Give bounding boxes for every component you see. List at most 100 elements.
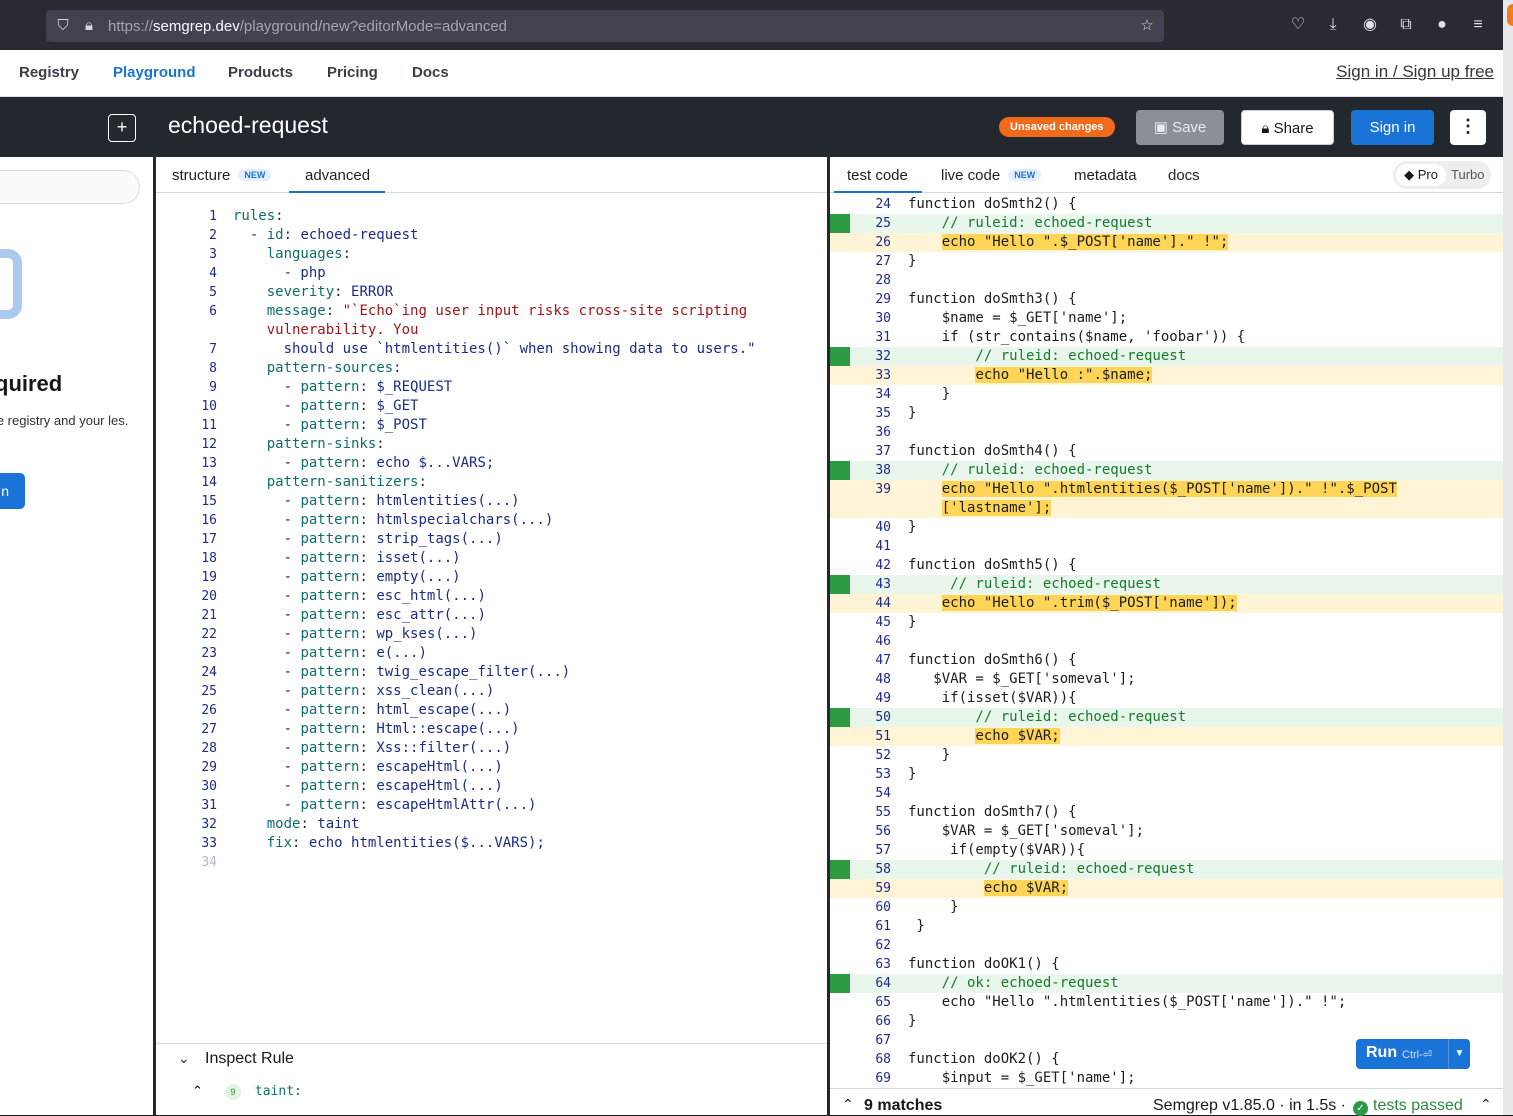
pro-option[interactable]: ◆ Pro (1396, 164, 1446, 186)
match-marker[interactable] (830, 347, 850, 366)
signin-button[interactable]: Sign in (1351, 110, 1434, 145)
matched-code-line[interactable]: 44 echo "Hello ".trim($_POST['name']); (830, 594, 1503, 613)
matched-code-line[interactable]: 39 echo "Hello ".htmlentities($_POST['na… (830, 480, 1503, 499)
code-line[interactable]: 52 } (830, 746, 1503, 765)
code-line[interactable]: 57 if(empty($VAR)){ (830, 841, 1503, 860)
yaml-line[interactable]: 23 - pattern: e(...) (156, 644, 827, 663)
code-line[interactable]: 64 // ok: echoed-request (830, 974, 1503, 993)
yaml-line[interactable]: 27 - pattern: Html::escape(...) (156, 720, 827, 739)
code-line[interactable]: 29 function doSmth3() { (830, 290, 1503, 309)
code-line[interactable]: 37 function doSmth4() { (830, 442, 1503, 461)
code-line[interactable]: 63 function doOK1() { (830, 955, 1503, 974)
extensions-icon[interactable]: ⧉ (1396, 15, 1416, 35)
nav-registry[interactable]: Registry (19, 64, 79, 81)
yaml-line[interactable]: 30 - pattern: escapeHtml(...) (156, 777, 827, 796)
chevron-up-icon[interactable]: ⌃ (192, 1083, 203, 1098)
yaml-line[interactable]: 15 - pattern: htmlentities(...) (156, 492, 827, 511)
match-marker[interactable] (830, 575, 850, 594)
share-button[interactable]: 🔒︎ Share (1241, 110, 1334, 145)
inspect-taint-row[interactable]: ⌃ 9 taint: (192, 1083, 302, 1100)
yaml-line[interactable]: 28 - pattern: Xss::filter(...) (156, 739, 827, 758)
tab-docs[interactable]: docs (1168, 167, 1200, 184)
yaml-line[interactable]: 19 - pattern: empty(...) (156, 568, 827, 587)
code-line[interactable]: 45} (830, 613, 1503, 632)
more-options-button[interactable]: ⋮ (1450, 110, 1486, 145)
download-icon[interactable]: ⤓ (1323, 15, 1343, 35)
yaml-line[interactable]: 22 - pattern: wp_kses(...) (156, 625, 827, 644)
yaml-line[interactable]: 3 languages: (156, 245, 827, 264)
yaml-line[interactable]: 9 - pattern: $_REQUEST (156, 378, 827, 397)
run-dropdown-icon[interactable]: ▼ (1448, 1039, 1470, 1069)
nav-playground[interactable]: Playground (113, 64, 196, 81)
expand-panel-icon[interactable]: ⌃ (1480, 1096, 1492, 1113)
collapse-icon[interactable]: ⌄ (178, 1050, 190, 1067)
code-line[interactable]: 24 function doSmth2() { (830, 195, 1503, 214)
code-line[interactable]: 34 } (830, 385, 1503, 404)
matches-count[interactable]: 9 matches (864, 1097, 942, 1115)
matched-code-line[interactable]: 51 echo $VAR; (830, 727, 1503, 746)
code-line[interactable]: 65 echo "Hello ".htmlentities($_POST['na… (830, 993, 1503, 1012)
yaml-line[interactable]: 1 rules: (156, 207, 827, 226)
yaml-line[interactable]: 14 pattern-sanitizers: (156, 473, 827, 492)
shield-icon[interactable]: ⛉ (54, 17, 72, 35)
nav-pricing[interactable]: Pricing (327, 64, 378, 81)
code-line[interactable]: 36 (830, 423, 1503, 442)
yaml-line[interactable]: 26 - pattern: html_escape(...) (156, 701, 827, 720)
code-line[interactable]: 27} (830, 252, 1503, 271)
yaml-line[interactable]: 2 - id: echoed-request (156, 226, 827, 245)
code-line[interactable]: 50 // ruleid: echoed-request (830, 708, 1503, 727)
code-line[interactable]: 49 if(isset($VAR)){ (830, 689, 1503, 708)
matched-code-line[interactable]: 59 echo $VAR; (830, 879, 1503, 898)
yaml-line[interactable]: 13 - pattern: echo $...VARS; (156, 454, 827, 473)
pro-turbo-toggle[interactable]: ◆ Pro Turbo (1393, 161, 1491, 189)
yaml-line[interactable]: vulnerability. You (156, 321, 827, 340)
code-line[interactable]: 46 (830, 632, 1503, 651)
code-line[interactable]: 66} (830, 1012, 1503, 1031)
matched-code-line[interactable]: 26 echo "Hello ".$_POST['name']." !"; (830, 233, 1503, 252)
code-line[interactable]: 25 // ruleid: echoed-request (830, 214, 1503, 233)
code-line[interactable]: 31 if (str_contains($name, 'foobar')) { (830, 328, 1503, 347)
matched-code-line[interactable]: 33 echo "Hello :".$name; (830, 366, 1503, 385)
extension-fox-icon[interactable]: ● (1432, 15, 1452, 35)
code-line[interactable]: 53} (830, 765, 1503, 784)
code-line[interactable]: 69 $input = $_GET['name']; (830, 1069, 1503, 1088)
signup-link[interactable]: Sign in / Sign up free (1336, 62, 1494, 82)
code-line[interactable]: 48 $VAR = $_GET['someval']; (830, 670, 1503, 689)
yaml-line[interactable]: 32 mode: taint (156, 815, 827, 834)
match-marker[interactable] (830, 708, 850, 727)
turbo-option[interactable]: Turbo (1451, 164, 1484, 186)
match-marker[interactable] (830, 860, 850, 879)
tab-metadata[interactable]: metadata (1074, 167, 1137, 184)
code-line[interactable]: 35} (830, 404, 1503, 423)
code-line[interactable]: 41 (830, 537, 1503, 556)
yaml-line[interactable]: 31 - pattern: escapeHtmlAttr(...) (156, 796, 827, 815)
yaml-line[interactable]: 5 severity: ERROR (156, 283, 827, 302)
match-marker[interactable] (830, 214, 850, 233)
yaml-line[interactable]: 7 should use `htmlentities()` when showi… (156, 340, 827, 359)
code-line[interactable]: 32 // ruleid: echoed-request (830, 347, 1503, 366)
code-line[interactable]: 28 (830, 271, 1503, 290)
match-marker[interactable] (830, 461, 850, 480)
code-line[interactable]: 40} (830, 518, 1503, 537)
code-line[interactable]: 62 (830, 936, 1503, 955)
yaml-line[interactable]: 4 - php (156, 264, 827, 283)
yaml-line[interactable]: 29 - pattern: escapeHtml(...) (156, 758, 827, 777)
rule-title[interactable]: echoed-request (168, 112, 328, 139)
save-button[interactable]: ▣ Save (1136, 110, 1224, 145)
yaml-line[interactable]: 21 - pattern: esc_attr(...) (156, 606, 827, 625)
sidebar-login-button[interactable]: n (0, 473, 25, 509)
yaml-line[interactable]: 20 - pattern: esc_html(...) (156, 587, 827, 606)
menu-icon[interactable]: ≡ (1468, 15, 1488, 35)
yaml-line[interactable]: 33 fix: echo htmlentities($...VARS); (156, 834, 827, 853)
code-editor[interactable]: 24 function doSmth2() {25 // ruleid: echo… (830, 195, 1503, 1088)
yaml-line[interactable]: 12 pattern-sinks: (156, 435, 827, 454)
run-button[interactable]: Run Ctrl-⏎ ▼ (1356, 1039, 1470, 1069)
code-line[interactable]: 42 function doSmth5() { (830, 556, 1503, 575)
code-line[interactable]: 43 // ruleid: echoed-request (830, 575, 1503, 594)
code-line[interactable]: 55 function doSmth7() { (830, 803, 1503, 822)
expand-results-icon[interactable]: ⌃ (842, 1096, 854, 1113)
yaml-line[interactable]: 24 - pattern: twig_escape_filter(...) (156, 663, 827, 682)
add-rule-button[interactable]: + (108, 114, 136, 142)
nav-docs[interactable]: Docs (412, 64, 449, 81)
pocket-icon[interactable]: ♡ (1288, 15, 1308, 35)
